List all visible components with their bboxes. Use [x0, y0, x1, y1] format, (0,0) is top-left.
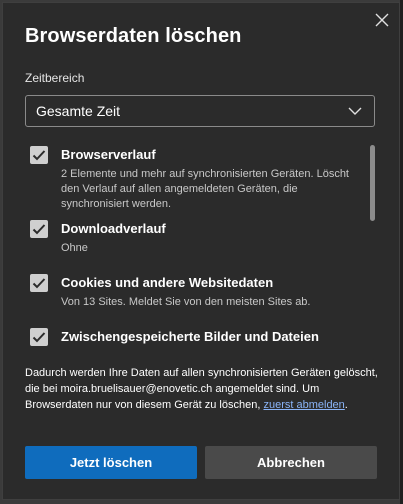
- clear-browsing-data-dialog: Browserdaten löschen Zeitbereich Gesamte…: [2, 2, 400, 500]
- sync-notice-end: .: [344, 399, 348, 411]
- item-description: Von 13 Sites. Meldet Sie von den meisten…: [61, 296, 311, 308]
- item-description: Ohne: [61, 242, 88, 254]
- item-title: Cookies und andere Websitedaten: [61, 275, 274, 290]
- checkbox-cookies[interactable]: [30, 274, 48, 292]
- checkmark-icon: [32, 332, 46, 343]
- clear-now-button[interactable]: Jetzt löschen: [25, 446, 197, 479]
- checkmark-icon: [32, 278, 46, 289]
- time-range-label: Zeitbereich: [25, 71, 85, 85]
- checkbox-downloadverlauf[interactable]: [30, 220, 48, 238]
- item-title: Downloadverlauf: [61, 221, 166, 236]
- item-title: Zwischengespeicherte Bilder und Dateien: [61, 329, 319, 344]
- checkbox-browserverlauf[interactable]: [30, 146, 48, 164]
- time-range-select[interactable]: Gesamte Zeit: [25, 95, 375, 127]
- item-title: Browserverlauf: [61, 147, 156, 162]
- data-types-list[interactable]: Browserverlauf 2 Elemente und mehr auf s…: [25, 143, 367, 348]
- time-range-value: Gesamte Zeit: [36, 103, 121, 119]
- cancel-button[interactable]: Abbrechen: [205, 446, 377, 479]
- chevron-down-icon: [348, 107, 362, 115]
- item-description: 2 Elemente und mehr auf synchronisierten…: [61, 168, 349, 210]
- close-button[interactable]: [371, 9, 393, 31]
- sync-notice: Dadurch werden Ihre Daten auf allen sync…: [25, 365, 381, 413]
- list-scrollbar[interactable]: [370, 145, 375, 221]
- dialog-title: Browserdaten löschen: [25, 25, 242, 47]
- checkmark-icon: [32, 224, 46, 235]
- checkbox-cache[interactable]: [30, 328, 48, 346]
- sign-out-link[interactable]: zuerst abmelden: [263, 399, 344, 411]
- close-icon: [375, 13, 389, 27]
- checkmark-icon: [32, 150, 46, 161]
